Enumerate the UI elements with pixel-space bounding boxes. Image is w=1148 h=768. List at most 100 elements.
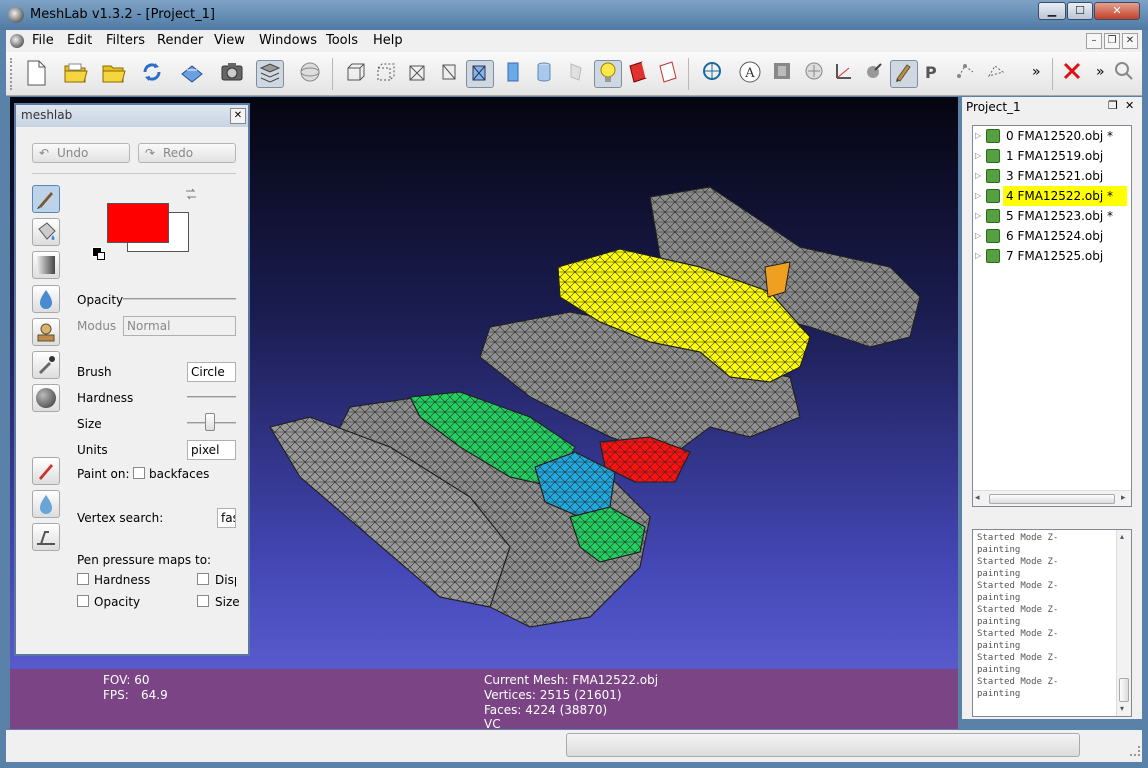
noise-tool-icon[interactable] <box>32 384 60 412</box>
scroll-left-icon[interactable]: ◂ <box>975 493 980 503</box>
align-icon[interactable] <box>768 60 796 88</box>
hidden-lines-icon[interactable] <box>436 60 464 88</box>
expand-arrow-icon[interactable]: ▷ <box>975 146 981 166</box>
texture-icon[interactable] <box>562 60 590 88</box>
pick-points-icon[interactable] <box>830 60 858 88</box>
menu-edit[interactable]: Edit <box>67 33 92 48</box>
expand-arrow-icon[interactable]: ▷ <box>975 126 981 146</box>
panel-title-bar[interactable]: meshlab ✕ <box>16 105 248 127</box>
light-bulb-icon[interactable] <box>594 60 622 88</box>
sculpt-tool-icon[interactable] <box>32 523 60 551</box>
scroll-up-icon[interactable]: ▴ <box>1120 532 1124 541</box>
brush-select[interactable]: Circle <box>187 362 236 382</box>
visibility-eye-icon[interactable] <box>986 169 1000 183</box>
menu-filters[interactable]: Filters <box>106 33 145 48</box>
manipulator-icon[interactable] <box>860 60 888 88</box>
opacity-slider[interactable] <box>123 298 236 300</box>
toolbar-overflow-button-2[interactable]: » <box>1096 64 1105 80</box>
layer-row[interactable]: ▷ 1 FMA12519.obj <box>973 146 1129 166</box>
expand-arrow-icon[interactable]: ▷ <box>975 246 981 266</box>
layer-row[interactable]: ▷ 0 FMA12520.obj * <box>973 126 1129 146</box>
menu-windows[interactable]: Windows <box>259 33 317 48</box>
select-vertices-icon[interactable] <box>952 60 980 88</box>
visibility-eye-icon[interactable] <box>986 129 1000 143</box>
reload-icon[interactable] <box>138 60 166 88</box>
save-snapshot-icon[interactable] <box>178 60 206 88</box>
camera-icon[interactable] <box>218 60 246 88</box>
layer-row[interactable]: ▷ 7 FMA12525.obj <box>973 246 1129 266</box>
toolbar-overflow-button[interactable]: » <box>1032 64 1041 80</box>
minimize-button[interactable]: ▁ <box>1038 2 1066 20</box>
pressure-opacity-checkbox[interactable] <box>77 595 89 607</box>
visibility-eye-icon[interactable] <box>986 149 1000 163</box>
pressure-hardness-checkbox[interactable] <box>77 573 89 585</box>
visibility-eye-icon[interactable] <box>986 229 1000 243</box>
select-faces-icon[interactable] <box>982 60 1010 88</box>
face-culling-icon[interactable] <box>654 60 682 88</box>
log-scroll-thumb[interactable] <box>1119 678 1129 702</box>
color-picker-icon[interactable] <box>32 351 60 379</box>
redo-button[interactable]: ↷ Redo <box>138 143 236 163</box>
horizontal-scrollbar[interactable]: ◂ ▸ <box>973 490 1131 506</box>
layer-tree[interactable]: ▷ 0 FMA12520.obj * ▷ 1 FMA12519.obj ▷ 3 FMA1… <box>972 125 1132 507</box>
maximize-button[interactable]: ☐ <box>1067 2 1093 20</box>
menu-tools[interactable]: Tools <box>326 33 358 48</box>
scroll-down-icon[interactable]: ▾ <box>1120 704 1124 713</box>
search-icon[interactable] <box>1110 60 1138 88</box>
new-project-icon[interactable] <box>22 60 50 88</box>
annotation-icon[interactable]: A <box>736 60 764 88</box>
expand-arrow-icon[interactable]: ▷ <box>975 166 981 186</box>
expand-arrow-icon[interactable]: ▷ <box>975 226 981 246</box>
mdi-minimize-button[interactable]: – <box>1086 33 1102 49</box>
mdi-restore-button[interactable]: ❐ <box>1104 33 1120 49</box>
clone-stamp-icon[interactable] <box>32 318 60 346</box>
points-icon[interactable] <box>372 60 400 88</box>
visibility-eye-icon[interactable] <box>986 249 1000 263</box>
expand-arrow-icon[interactable]: ▷ <box>975 186 981 206</box>
measure-icon[interactable] <box>800 60 828 88</box>
layer-row[interactable]: ▷ 6 FMA12524.obj <box>973 226 1129 246</box>
menu-view[interactable]: View <box>214 33 245 48</box>
smooth-shading-icon[interactable] <box>530 60 558 88</box>
visibility-eye-icon[interactable] <box>986 189 1000 203</box>
close-dock-button[interactable]: ✕ <box>1125 99 1134 112</box>
swap-colors-icon[interactable] <box>184 187 198 204</box>
flat-shading-icon[interactable] <box>500 60 528 88</box>
wireframe-icon[interactable] <box>404 60 432 88</box>
import-mesh-icon[interactable] <box>100 60 128 88</box>
vertex-search-select[interactable]: fas <box>217 508 236 528</box>
fill-tool-icon[interactable] <box>32 218 60 246</box>
undo-button[interactable]: ↶ Undo <box>32 143 130 163</box>
trackball-icon[interactable] <box>698 60 726 88</box>
layer-row[interactable]: ▷ 4 FMA12522.obj * <box>973 186 1129 206</box>
menu-render[interactable]: Render <box>157 33 203 48</box>
size-slider-handle[interactable] <box>204 413 215 431</box>
hardness-slider[interactable] <box>187 396 236 398</box>
document-icon[interactable] <box>10 34 24 48</box>
toolbar-grip[interactable] <box>10 58 14 90</box>
smooth-tool-icon[interactable] <box>32 490 60 518</box>
scroll-right-icon[interactable]: ▸ <box>1121 493 1126 503</box>
modus-select[interactable]: Normal <box>123 316 236 336</box>
scrollbar-thumb[interactable] <box>989 494 1115 504</box>
pen-tool-icon[interactable] <box>32 185 60 213</box>
expand-arrow-icon[interactable]: ▷ <box>975 206 981 226</box>
float-dock-button[interactable]: ❐ <box>1108 99 1118 112</box>
menu-help[interactable]: Help <box>373 33 403 48</box>
open-project-icon[interactable] <box>62 60 90 88</box>
mdi-close-button[interactable]: ✕ <box>1122 33 1138 49</box>
delete-selection-icon[interactable] <box>1058 60 1086 88</box>
brush-select-icon[interactable] <box>32 457 60 485</box>
primary-color-swatch[interactable] <box>107 203 169 243</box>
flat-lines-icon[interactable] <box>466 60 494 88</box>
close-window-button[interactable]: ✕ <box>1094 2 1140 20</box>
pressure-disp-checkbox[interactable] <box>197 573 209 585</box>
backfaces-checkbox[interactable] <box>133 467 145 479</box>
paint-selection-icon[interactable]: P <box>920 60 948 88</box>
panel-close-button[interactable]: ✕ <box>230 108 246 124</box>
smudge-tool-icon[interactable] <box>32 285 60 313</box>
log-area[interactable]: Started Mode Z-painting Started Mode Z-pa… <box>972 529 1132 717</box>
double-side-lighting-icon[interactable] <box>624 60 652 88</box>
visibility-eye-icon[interactable] <box>986 209 1000 223</box>
layer-row[interactable]: ▷ 5 FMA12523.obj * <box>973 206 1129 226</box>
